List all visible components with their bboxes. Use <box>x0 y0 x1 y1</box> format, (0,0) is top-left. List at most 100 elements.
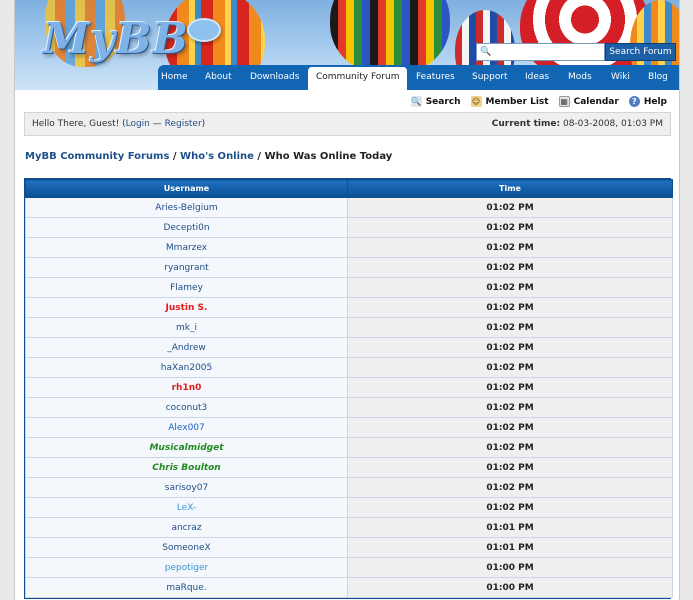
username-link[interactable]: Musicalmidget <box>149 443 223 453</box>
username-cell: ancraz <box>25 517 348 538</box>
time-cell: 01:02 PM <box>347 397 673 418</box>
nav-features[interactable]: Features <box>416 72 455 82</box>
search-input[interactable] <box>493 45 604 59</box>
username-cell: sarisoy07 <box>25 477 348 498</box>
username-link[interactable]: Decepti0n <box>163 223 209 233</box>
calendar-label: Calendar <box>573 96 619 107</box>
username-link[interactable]: sarisoy07 <box>165 483 208 493</box>
greeting-closing: ) <box>201 119 206 129</box>
breadcrumb-separator: / <box>253 151 265 162</box>
username-cell: pepotiger <box>25 557 348 578</box>
table-row: Mmarzex 01:02 PM <box>25 237 673 258</box>
table-row: rh1n0 01:02 PM <box>25 377 673 398</box>
breadcrumb-forums[interactable]: MyBB Community Forums <box>25 151 169 162</box>
time-cell: 01:00 PM <box>347 577 673 598</box>
nav-community-forum[interactable]: Community Forum <box>308 67 408 90</box>
username-link[interactable]: SomeoneX <box>162 543 210 553</box>
time-cell: 01:02 PM <box>347 477 673 498</box>
time-cell: 01:02 PM <box>347 337 673 358</box>
nav-downloads[interactable]: Downloads <box>250 72 299 82</box>
main-nav: Home About Downloads Community Forum Fea… <box>15 65 679 90</box>
username-link[interactable]: haXan2005 <box>161 363 213 373</box>
username-link[interactable]: ryangrant <box>164 263 208 273</box>
username-cell: ryangrant <box>25 257 348 278</box>
username-cell: Decepti0n <box>25 217 348 238</box>
table-row: Flamey 01:02 PM <box>25 277 673 298</box>
column-header-time: Time <box>347 179 673 198</box>
help-icon: ? <box>628 96 640 107</box>
table-row: ancraz 01:01 PM <box>25 517 673 538</box>
username-link[interactable]: ancraz <box>171 523 201 533</box>
guest-greeting: Hello There, Guest! (Login — Register) <box>32 119 205 129</box>
username-link[interactable]: Alex007 <box>168 423 205 433</box>
username-link[interactable]: _Andrew <box>167 343 205 353</box>
current-time: Current time: 08-03-2008, 01:03 PM <box>492 119 663 129</box>
breadcrumb-current: Who Was Online Today <box>264 151 393 162</box>
username-link[interactable]: rh1n0 <box>172 383 202 393</box>
username-link[interactable]: maRque. <box>166 583 206 593</box>
nav-wiki[interactable]: Wiki <box>611 72 630 82</box>
username-cell: LeX- <box>25 497 348 518</box>
who-was-online-table: Username Time Aries-Belgium 01:02 PM Decep… <box>24 178 673 599</box>
mybb-logo[interactable]: MyBB <box>43 14 189 63</box>
breadcrumb-whos-online[interactable]: Who's Online <box>180 151 254 162</box>
time-cell: 01:02 PM <box>347 497 673 518</box>
member-list-label: Member List <box>485 96 549 107</box>
username-link[interactable]: Aries-Belgium <box>155 203 217 213</box>
username-cell: mk_i <box>25 317 348 338</box>
username-cell: Mmarzex <box>25 237 348 258</box>
logo-bubble-icon <box>187 18 221 42</box>
nav-support[interactable]: Support <box>472 72 508 82</box>
time-cell: 01:00 PM <box>347 557 673 578</box>
nav-mods[interactable]: Mods <box>568 72 592 82</box>
help-link[interactable]: ? Help <box>628 96 667 107</box>
calendar-link[interactable]: ▦ Calendar <box>558 96 619 107</box>
table-row: maRque. 01:00 PM <box>25 577 673 598</box>
search-forum-button[interactable]: Search Forum <box>605 43 676 61</box>
username-link[interactable]: Flamey <box>170 283 203 293</box>
nav-blog[interactable]: Blog <box>648 72 668 82</box>
time-cell: 01:02 PM <box>347 197 673 218</box>
table-row: LeX- 01:02 PM <box>25 497 673 518</box>
time-cell: 01:02 PM <box>347 217 673 238</box>
login-link[interactable]: Login <box>126 119 150 129</box>
time-cell: 01:02 PM <box>347 437 673 458</box>
username-link[interactable]: Chris Boulton <box>152 463 220 473</box>
nav-ideas[interactable]: Ideas <box>525 72 549 82</box>
table-row: Musicalmidget 01:02 PM <box>25 437 673 458</box>
current-time-value: 08-03-2008, 01:03 PM <box>560 119 663 129</box>
username-cell: _Andrew <box>25 337 348 358</box>
balloon-image <box>330 0 450 75</box>
time-cell: 01:01 PM <box>347 537 673 558</box>
nav-home[interactable]: Home <box>161 72 188 82</box>
username-link[interactable]: mk_i <box>176 323 197 333</box>
members-icon: ☺ <box>470 96 482 107</box>
magnifier-icon: 🔍 <box>480 47 492 57</box>
username-link[interactable]: LeX- <box>177 503 196 513</box>
greeting-separator: — <box>149 119 165 129</box>
table-row: Aries-Belgium 01:02 PM <box>25 197 673 218</box>
table-row: Decepti0n 01:02 PM <box>25 217 673 238</box>
nav-about[interactable]: About <box>205 72 232 82</box>
username-link[interactable]: Justin S. <box>166 303 208 313</box>
username-cell: Alex007 <box>25 417 348 438</box>
time-cell: 01:02 PM <box>347 357 673 378</box>
register-link[interactable]: Register <box>165 119 202 129</box>
table-row: _Andrew 01:02 PM <box>25 337 673 358</box>
table-row: Alex007 01:02 PM <box>25 417 673 438</box>
top-links: 🔍 Search ☺ Member List ▦ Calendar ? Help <box>410 96 667 107</box>
username-link[interactable]: coconut3 <box>166 403 208 413</box>
table-row: SomeoneX 01:01 PM <box>25 537 673 558</box>
time-cell: 01:02 PM <box>347 457 673 478</box>
time-cell: 01:01 PM <box>347 517 673 538</box>
username-link[interactable]: Mmarzex <box>166 243 207 253</box>
search-box: 🔍 <box>476 43 605 61</box>
search-link[interactable]: 🔍 Search <box>410 96 461 107</box>
greeting-text: Hello There, Guest! ( <box>32 119 126 129</box>
username-cell: Flamey <box>25 277 348 298</box>
time-cell: 01:02 PM <box>347 257 673 278</box>
username-link[interactable]: pepotiger <box>165 563 208 573</box>
username-cell: SomeoneX <box>25 537 348 558</box>
table-body: Aries-Belgium 01:02 PM Decepti0n 01:02 PM Mm… <box>25 197 673 598</box>
member-list-link[interactable]: ☺ Member List <box>470 96 549 107</box>
